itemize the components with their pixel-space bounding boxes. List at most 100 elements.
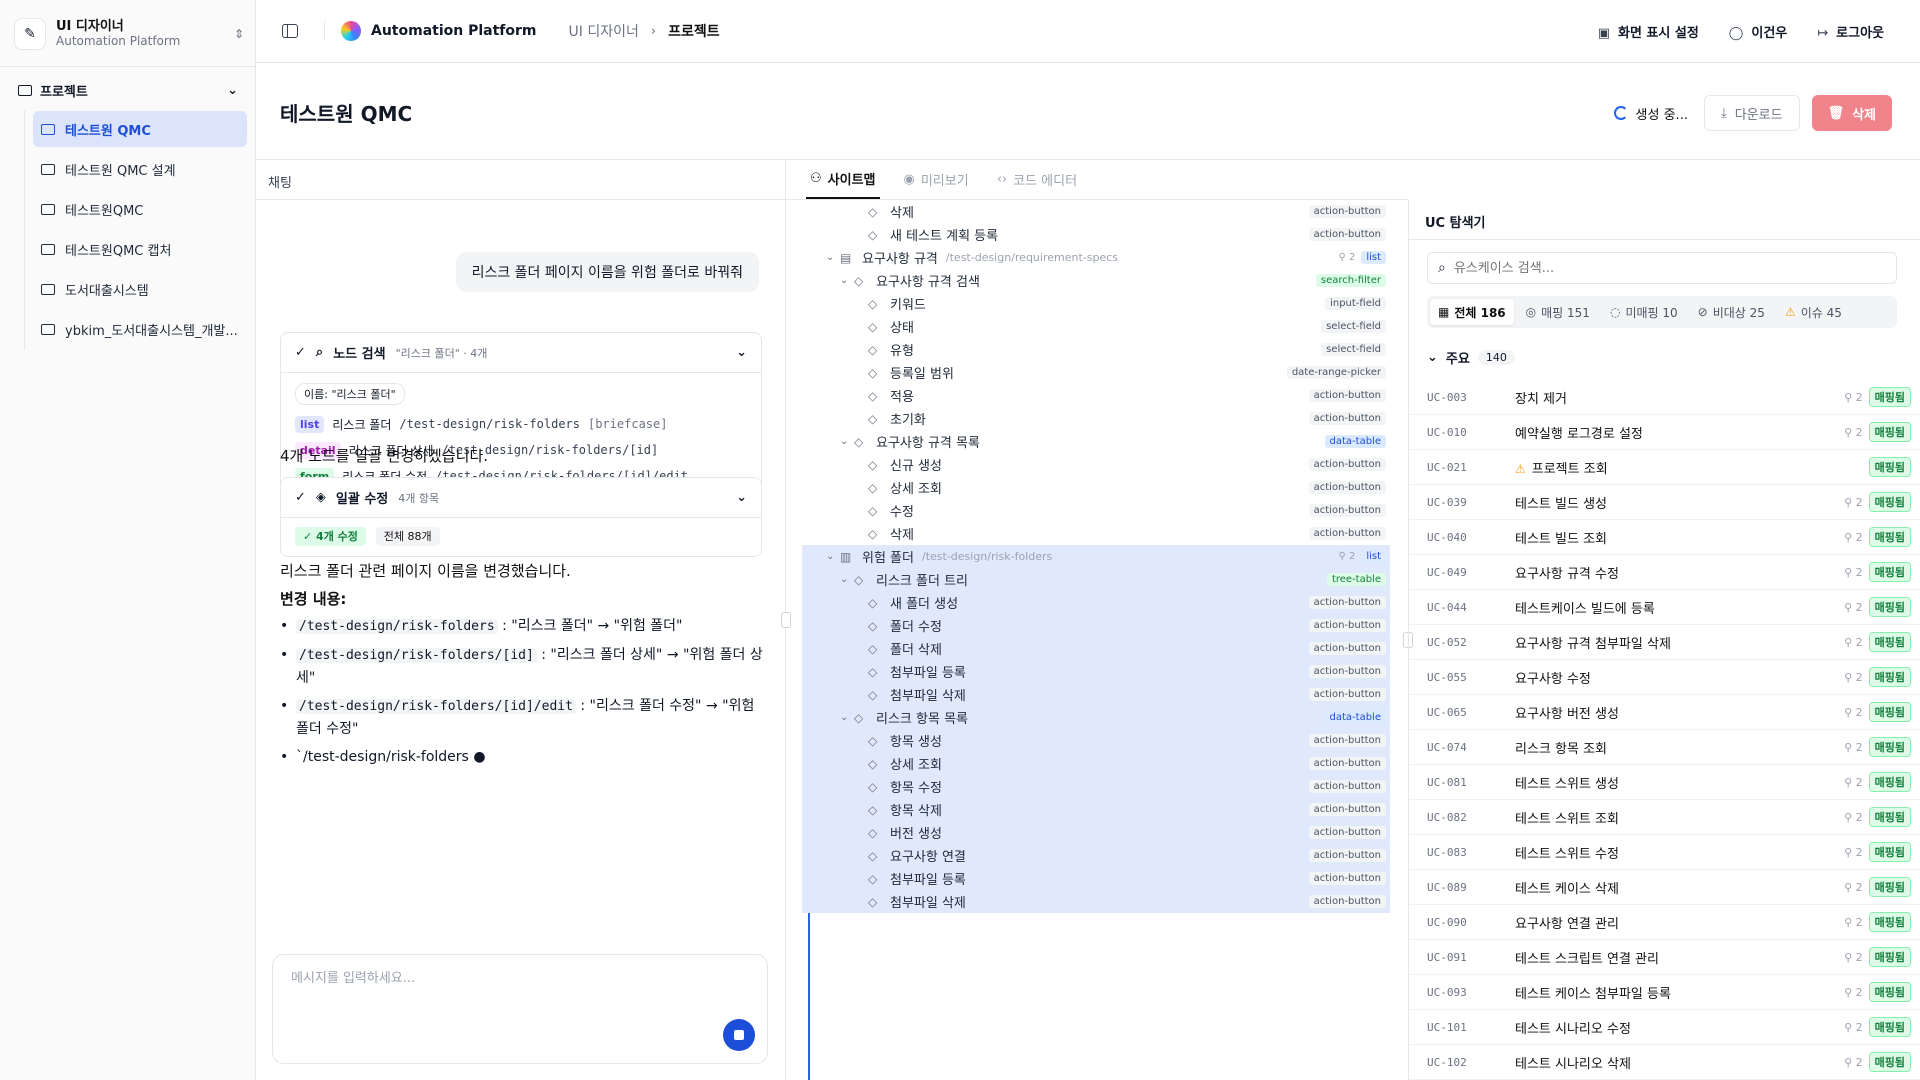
uc-row[interactable]: UC-090 요구사항 연결 관리 ⚲ 2 매핑됨	[1409, 905, 1920, 940]
sidebar-project-item[interactable]: 테스트원QMC 캡처	[33, 231, 247, 267]
chevron-down-icon[interactable]: ⌄	[840, 275, 854, 286]
workspace-switcher[interactable]: ✎ UI 디자이너 Automation Platform ⇕	[14, 14, 244, 54]
uc-row[interactable]: UC-083 테스트 스위트 수정 ⚲ 2 매핑됨	[1409, 835, 1920, 870]
uc-row[interactable]: UC-021 ⚠ 프로젝트 조회 매핑됨	[1409, 450, 1920, 485]
uc-row[interactable]: UC-093 테스트 케이스 첨부파일 등록 ⚲ 2 매핑됨	[1409, 975, 1920, 1010]
uc-row[interactable]: UC-089 테스트 케이스 삭제 ⚲ 2 매핑됨	[1409, 870, 1920, 905]
sidebar-project-item[interactable]: 도서대출시스템	[33, 271, 247, 307]
uc-row[interactable]: UC-101 테스트 시나리오 수정 ⚲ 2 매핑됨	[1409, 1010, 1920, 1045]
link-count: ⚲ 2	[1844, 1020, 1863, 1034]
sitemap-component-node[interactable]: ◇ 새 폴더 생성 action-button	[802, 591, 1390, 614]
sitemap-component-node[interactable]: ◇ 새 테스트 계획 등록 action-button	[802, 223, 1390, 246]
node-search-card-header[interactable]: ✓ ⌕ 노드 검색 "리스크 폴더" · 4개 ⌄	[281, 333, 761, 373]
mapped-status-badge: 매핑됨	[1868, 947, 1911, 967]
chevron-down-icon[interactable]: ⌄	[826, 551, 840, 562]
uc-row[interactable]: UC-091 테스트 스크립트 연결 관리 ⚲ 2 매핑됨	[1409, 940, 1920, 975]
sitemap-component-node[interactable]: ◇ 상세 조회 action-button	[802, 476, 1390, 499]
uc-filter-tab[interactable]: ⚠ 이슈 45	[1777, 299, 1850, 325]
node-label: 리스크 항목 목록	[876, 712, 968, 727]
sidebar-project-item[interactable]: 테스트원 QMC	[33, 111, 247, 147]
sitemap-component-node[interactable]: ⌄ ◇ 리스크 폴더 트리 tree-table	[802, 568, 1390, 591]
sitemap-component-node[interactable]: ◇ 수정 action-button	[802, 499, 1390, 522]
assistant-message: 리스크 폴더 관련 페이지 이름을 변경했습니다.	[280, 562, 571, 580]
sitemap-component-node[interactable]: ◇ 삭제 action-button	[802, 200, 1390, 223]
chevron-down-icon[interactable]: ⌄	[840, 436, 854, 447]
uc-row[interactable]: UC-052 요구사항 규격 첨부파일 삭제 ⚲ 2 매핑됨	[1409, 625, 1920, 660]
breadcrumb-ui-designer[interactable]: UI 디자이너	[569, 21, 639, 41]
stop-button[interactable]	[723, 1019, 755, 1051]
sitemap-component-node[interactable]: ◇ 첨부파일 등록 action-button	[802, 660, 1390, 683]
user-icon: ◯	[1728, 26, 1744, 41]
message-input[interactable]	[291, 971, 731, 986]
user-menu[interactable]: ◯ 이건우	[1729, 22, 1787, 41]
uc-filter-tab[interactable]: ⊘ 비대상 25	[1690, 299, 1773, 325]
sitemap-component-node[interactable]: ◇ 항목 삭제 action-button	[802, 798, 1390, 821]
sitemap-component-node[interactable]: ◇ 초기화 action-button	[802, 407, 1390, 430]
uc-row[interactable]: UC-039 테스트 빌드 생성 ⚲ 2 매핑됨	[1409, 485, 1920, 520]
uc-row[interactable]: UC-081 테스트 스위트 생성 ⚲ 2 매핑됨	[1409, 765, 1920, 800]
sidebar-project-item[interactable]: 테스트원 QMC 설계	[33, 151, 247, 187]
sidebar-toggle-icon[interactable]	[282, 24, 298, 38]
sitemap-component-node[interactable]: ◇ 항목 수정 action-button	[802, 775, 1390, 798]
uc-row[interactable]: UC-003 장치 제거 ⚲ 2 매핑됨	[1409, 380, 1920, 415]
uc-row[interactable]: UC-082 테스트 스위트 조회 ⚲ 2 매핑됨	[1409, 800, 1920, 835]
tab-code-editor[interactable]: ‹› 코드 에디터	[993, 159, 1081, 199]
sitemap-component-node[interactable]: ⌄ ◇ 요구사항 규격 목록 data-table	[802, 430, 1390, 453]
briefcase-icon: ▥	[840, 549, 852, 564]
sitemap-component-node[interactable]: ◇ 첨부파일 삭제 action-button	[802, 683, 1390, 706]
uc-filter-tab[interactable]: ▦ 전체 186	[1430, 299, 1514, 325]
uc-row[interactable]: UC-065 요구사항 버전 생성 ⚲ 2 매핑됨	[1409, 695, 1920, 730]
sitemap-component-node[interactable]: ⌄ ◇ 요구사항 규격 검색 search-filter	[802, 269, 1390, 292]
sitemap-component-node[interactable]: ◇ 신규 생성 action-button	[802, 453, 1390, 476]
sitemap-component-node[interactable]: ◇ 폴더 수정 action-button	[802, 614, 1390, 637]
sitemap-component-node[interactable]: ◇ 폴더 삭제 action-button	[802, 637, 1390, 660]
tab-preview[interactable]: ◉ 미리보기	[900, 159, 973, 199]
sitemap-component-node[interactable]: ⌄ ◇ 리스크 항목 목록 data-table	[802, 706, 1390, 729]
node-label: 새 테스트 계획 등록	[890, 229, 999, 244]
sidebar-project-item[interactable]: 테스트원QMC	[33, 191, 247, 227]
sitemap-component-node[interactable]: ◇ 상태 select-field	[802, 315, 1390, 338]
sitemap-component-node[interactable]: ◇ 등록일 범위 date-range-picker	[802, 361, 1390, 384]
chevron-down-icon[interactable]: ⌄	[840, 712, 854, 723]
sitemap-component-node[interactable]: ◇ 적용 action-button	[802, 384, 1390, 407]
sitemap-component-node[interactable]: ◇ 첨부파일 삭제 action-button	[802, 890, 1390, 913]
mapped-status-badge: 매핑됨	[1868, 562, 1911, 582]
component-type-badge: tree-table	[1326, 573, 1386, 586]
sitemap-component-node[interactable]: ◇ 버전 생성 action-button	[802, 821, 1390, 844]
sitemap-page-node[interactable]: ⌄ ▥ 위험 폴더/test-design/risk-folders ⚲ 2 list	[802, 545, 1390, 568]
chevron-down-icon[interactable]: ⌄	[840, 574, 854, 585]
uc-filter-tab[interactable]: ◎ 매핑 151	[1518, 299, 1598, 325]
bulk-edit-card-header[interactable]: ✓ ◈ 일괄 수정 4개 항목 ⌄	[281, 478, 761, 518]
uc-row[interactable]: UC-102 테스트 시나리오 삭제 ⚲ 2 매핑됨	[1409, 1045, 1920, 1080]
search-result-row[interactable]: list 리스크 폴더/test-design/risk-folders [brie…	[295, 411, 747, 437]
sitemap-component-node[interactable]: ◇ 키워드 input-field	[802, 292, 1390, 315]
component-icon: ◇	[854, 572, 864, 587]
sitemap-page-node[interactable]: ⌄ ▤ 요구사항 규격/test-design/requirement-specs ⚲…	[802, 246, 1390, 269]
display-settings-button[interactable]: ▣ 화면 표시 설정	[1598, 22, 1699, 41]
sitemap-component-node[interactable]: ◇ 삭제 action-button	[802, 522, 1390, 545]
delete-button[interactable]: 🗑 삭제	[1811, 95, 1892, 131]
sitemap-component-node[interactable]: ◇ 첨부파일 등록 action-button	[802, 867, 1390, 890]
sitemap-component-node[interactable]: ◇ 요구사항 연결 action-button	[802, 844, 1390, 867]
download-button[interactable]: ⤓ 다운로드	[1703, 95, 1800, 131]
sitemap-component-node[interactable]: ◇ 상세 조회 action-button	[802, 752, 1390, 775]
logout-button[interactable]: ↦ 로그아웃	[1817, 22, 1884, 41]
mapped-status-badge: 매핑됨	[1868, 877, 1911, 897]
node-label: 항목 삭제	[890, 804, 942, 819]
uc-row[interactable]: UC-040 테스트 빌드 조회 ⚲ 2 매핑됨	[1409, 520, 1920, 555]
sidebar-project-item[interactable]: ybkim_도서대출시스템_개발...	[33, 311, 247, 347]
uc-row[interactable]: UC-049 요구사항 규격 수정 ⚲ 2 매핑됨	[1409, 555, 1920, 590]
uc-row[interactable]: UC-055 요구사항 수정 ⚲ 2 매핑됨	[1409, 660, 1920, 695]
sitemap-component-node[interactable]: ◇ 항목 생성 action-button	[802, 729, 1390, 752]
uc-filter-tab[interactable]: ◌ 미매핑 10	[1602, 299, 1686, 325]
projects-section-toggle[interactable]: 프로젝트 ⌄	[10, 76, 246, 104]
tab-sitemap[interactable]: ⚇ 사이트맵	[806, 159, 880, 199]
chevron-down-icon[interactable]: ⌄	[826, 252, 840, 263]
component-icon: ◇	[854, 710, 864, 725]
uc-group-header[interactable]: ⌄ 주요 140	[1427, 348, 1515, 367]
uc-search-input[interactable]	[1453, 260, 1874, 276]
uc-row[interactable]: UC-074 리스크 항목 조회 ⚲ 2 매핑됨	[1409, 730, 1920, 765]
sitemap-component-node[interactable]: ◇ 유형 select-field	[802, 338, 1390, 361]
uc-row[interactable]: UC-010 예약실행 로그경로 설정 ⚲ 2 매핑됨	[1409, 415, 1920, 450]
uc-row[interactable]: UC-044 테스트케이스 빌드에 등록 ⚲ 2 매핑됨	[1409, 590, 1920, 625]
